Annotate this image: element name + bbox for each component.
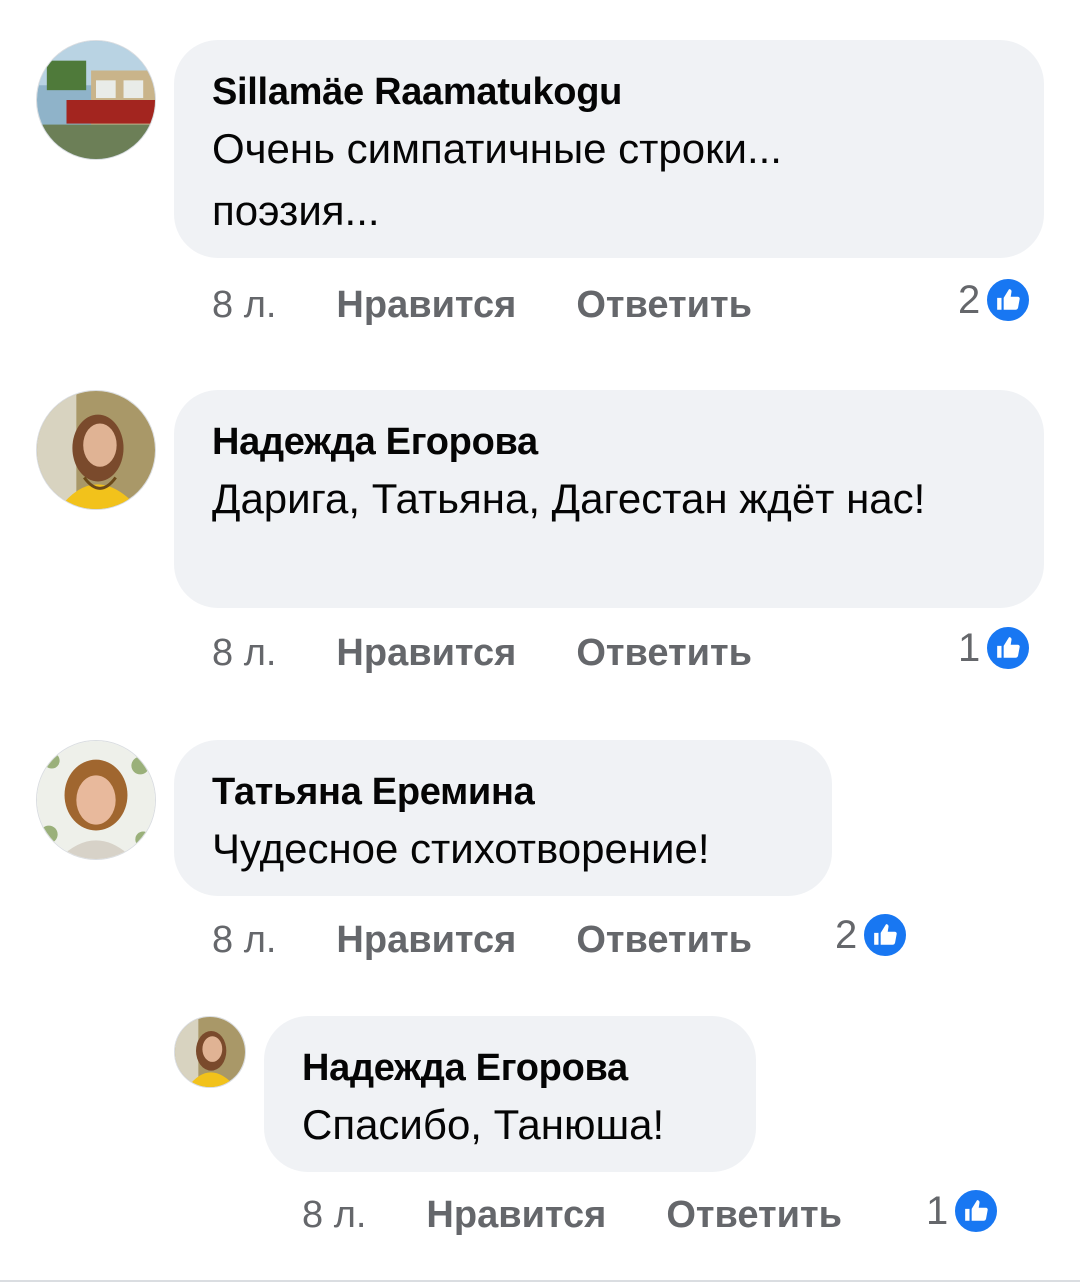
reaction-count[interactable]: 2 (835, 910, 910, 960)
woman-floral-frame-photo (37, 741, 155, 859)
comment-time[interactable]: 8 л. (212, 632, 276, 675)
comment-actions: 8 л. Нравится Ответить (212, 628, 752, 678)
reaction-count[interactable]: 2 (958, 275, 1033, 325)
avatar[interactable] (36, 40, 156, 160)
comment-time[interactable]: 8 л. (212, 919, 276, 962)
woman-yellow-dress-photo (37, 391, 155, 509)
reply-button[interactable]: Ответить (576, 919, 752, 962)
comment-actions: 8 л. Нравится Ответить (302, 1190, 842, 1240)
library-storefront-photo (37, 41, 155, 159)
avatar[interactable] (36, 740, 156, 860)
comment-author[interactable]: Надежда Егорова (302, 1046, 718, 1090)
reaction-count[interactable]: 1 (958, 623, 1033, 673)
comment-time[interactable]: 8 л. (212, 284, 276, 327)
comment-bubble: Татьяна Еремина Чудесное стихотворение! (174, 740, 832, 896)
reply-button[interactable]: Ответить (576, 284, 752, 327)
comment-author[interactable]: Надежда Егорова (212, 420, 1006, 464)
reaction-count-number: 1 (958, 625, 981, 670)
comment-text: Спасибо, Танюша! (302, 1101, 665, 1148)
thumbs-up-icon (984, 276, 1033, 324)
reaction-count-number: 1 (926, 1188, 949, 1233)
reply-button[interactable]: Ответить (576, 632, 752, 675)
comment-bubble: Sillamäe Raamatukogu Очень симпатичные с… (174, 40, 1044, 258)
thumbs-up-icon (861, 911, 910, 959)
comment-time[interactable]: 8 л. (302, 1194, 366, 1237)
avatar[interactable] (174, 1016, 246, 1088)
reaction-count[interactable]: 1 (926, 1186, 1001, 1236)
reply-button[interactable]: Ответить (666, 1194, 842, 1237)
comment-bubble: Надежда Егорова Дарига, Татьяна, Дагеста… (174, 390, 1044, 608)
comment-text: Чудесное стихотворение! (212, 825, 710, 872)
woman-yellow-dress-photo (175, 1017, 245, 1087)
comment-author[interactable]: Sillamäe Raamatukogu (212, 70, 1006, 114)
avatar[interactable] (36, 390, 156, 510)
like-button[interactable]: Нравится (336, 284, 516, 327)
comment-text: Очень симпатичные строки... поэзия... (212, 125, 782, 234)
comment-actions: 8 л. Нравится Ответить (212, 915, 752, 965)
thumbs-up-icon (952, 1187, 1001, 1235)
comment-actions: 8 л. Нравится Ответить (212, 280, 752, 330)
reaction-count-number: 2 (958, 277, 981, 322)
like-button[interactable]: Нравится (336, 919, 516, 962)
comment-author[interactable]: Татьяна Еремина (212, 770, 794, 814)
like-button[interactable]: Нравится (336, 632, 516, 675)
like-button[interactable]: Нравится (426, 1194, 606, 1237)
divider (0, 1280, 1080, 1282)
comment-text: Дарига, Татьяна, Дагестан ждёт нас! (212, 475, 926, 522)
reaction-count-number: 2 (835, 912, 858, 957)
thumbs-up-icon (984, 624, 1033, 672)
comment-bubble: Надежда Егорова Спасибо, Танюша! (264, 1016, 756, 1172)
